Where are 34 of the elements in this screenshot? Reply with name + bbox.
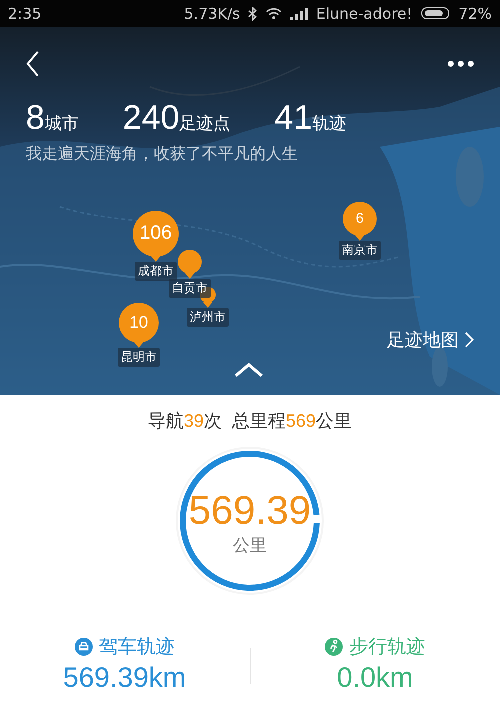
- walker-icon: [325, 638, 344, 656]
- back-icon[interactable]: [26, 51, 40, 77]
- map-link[interactable]: 足迹地图: [387, 328, 474, 352]
- stat-value: 8: [26, 99, 45, 138]
- stat-unit: 轨迹: [312, 113, 346, 135]
- bluetooth-icon: [248, 6, 258, 20]
- city-label: 成都市: [135, 262, 177, 281]
- distance-value: 569.39: [188, 489, 312, 534]
- stat-value: 240: [122, 99, 180, 138]
- expand-icon[interactable]: [234, 363, 264, 377]
- distance-unit: 公里: [233, 535, 267, 557]
- car-icon: [74, 638, 93, 656]
- slogan: 我走遍天涯海角，收获了不平凡的人生: [26, 144, 299, 165]
- city-label: 自贡市: [169, 279, 211, 298]
- battery-icon: [420, 7, 451, 20]
- more-icon[interactable]: [448, 61, 474, 67]
- signal-icon: [290, 8, 308, 20]
- stat-value: 41: [274, 99, 312, 138]
- city-label: 泸州市: [187, 308, 229, 327]
- city-label: 昆明市: [118, 348, 160, 367]
- city-label: 南京市: [339, 241, 381, 260]
- battery-percent: 72%: [458, 4, 492, 22]
- summary-text: 导航39次 总里程569公里: [146, 410, 354, 433]
- track-distance: 569.39km: [63, 662, 186, 694]
- clock: 2:35: [8, 4, 42, 22]
- wifi-icon: [266, 8, 282, 20]
- track-label[interactable]: 步行轨迹: [325, 634, 426, 660]
- chevron-icon: [465, 332, 474, 348]
- track-distance: 0.0km: [337, 662, 414, 694]
- stat-unit: 城市: [44, 113, 79, 135]
- carrier-name: Elune-adore!: [316, 4, 413, 22]
- track-label[interactable]: 驾车轨迹: [74, 634, 175, 660]
- stat-unit: 足迹点: [180, 113, 231, 135]
- network-speed: 5.73K/s: [184, 4, 240, 22]
